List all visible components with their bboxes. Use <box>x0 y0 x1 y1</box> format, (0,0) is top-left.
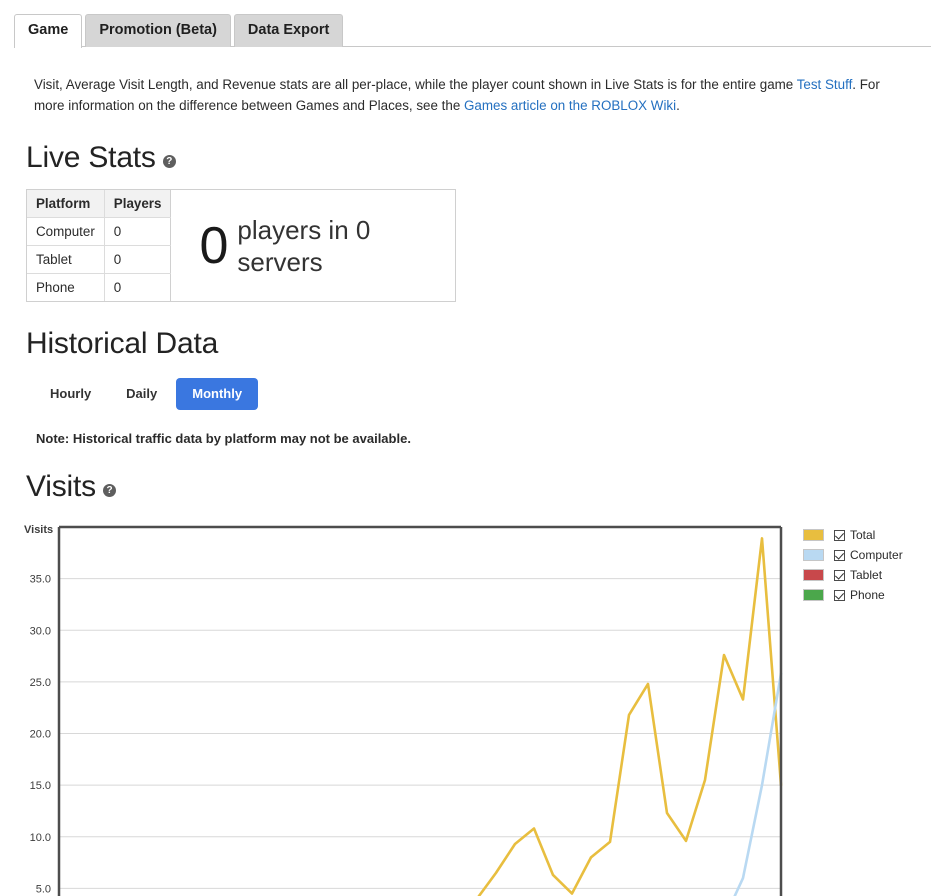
tab-list: Game Promotion (Beta) Data Export <box>14 0 931 48</box>
legend-label-tablet: Tablet <box>850 568 883 582</box>
legend-swatch-tablet <box>803 569 824 581</box>
tab-promotion-beta[interactable]: Promotion (Beta) <box>85 14 231 47</box>
y-tick-label: 5.0 <box>36 883 51 895</box>
legend-item-phone[interactable]: Phone <box>803 585 931 605</box>
legend-checkbox-total[interactable] <box>834 529 845 541</box>
legend-item-computer[interactable]: Computer <box>803 545 931 565</box>
legend-swatch-total <box>803 529 824 541</box>
chart-legend: Total Computer Tablet Phone <box>803 525 931 605</box>
legend-checkbox-tablet[interactable] <box>834 569 845 581</box>
y-tick-label: 30.0 <box>30 625 51 637</box>
tab-game[interactable]: Game <box>14 14 83 48</box>
y-tick-label: 20.0 <box>30 729 51 741</box>
legend-item-total[interactable]: Total <box>803 525 931 545</box>
y-tick-label: 25.0 <box>30 677 51 689</box>
tab-data-export[interactable]: Data Export <box>233 14 344 47</box>
legend-checkbox-phone[interactable] <box>834 589 845 601</box>
legend-checkbox-computer[interactable] <box>834 549 845 561</box>
legend-label-phone: Phone <box>850 588 885 602</box>
legend-swatch-computer <box>803 549 824 561</box>
legend-swatch-phone <box>803 589 824 601</box>
legend-label-total: Total <box>850 528 876 542</box>
y-tick-label: 10.0 <box>30 832 51 844</box>
y-tick-label: 15.0 <box>30 780 51 792</box>
legend-label-computer: Computer <box>850 548 903 562</box>
visits-line-chart[interactable]: 5.0 10.0 15.0 20.0 25.0 30.0 35.0 <box>0 0 931 896</box>
y-tick-label: 35.0 <box>30 574 51 586</box>
legend-item-tablet[interactable]: Tablet <box>803 565 931 585</box>
tab-bar: Game Promotion (Beta) Data Export <box>0 0 931 48</box>
